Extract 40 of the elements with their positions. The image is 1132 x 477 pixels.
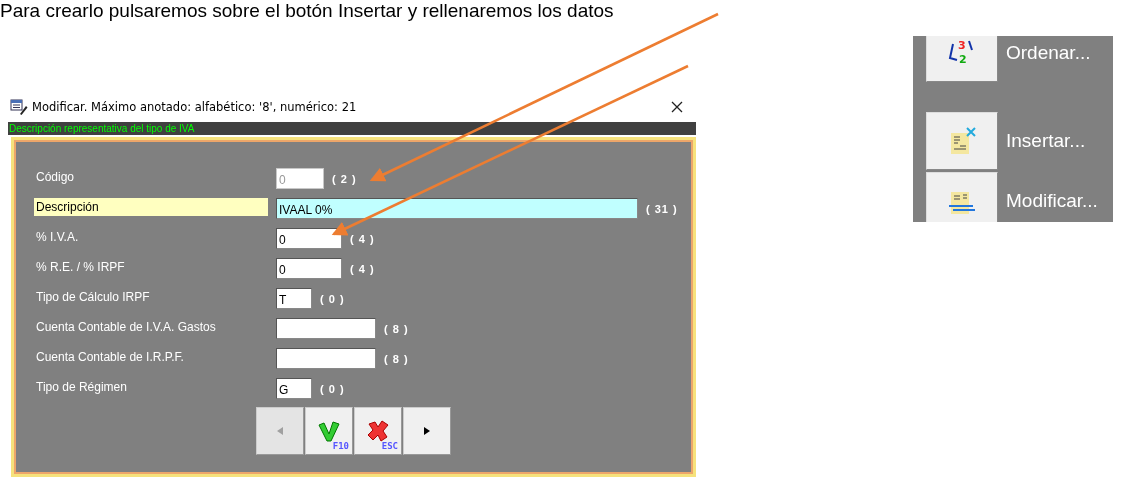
toolbar-label[interactable]: Insertar... [1006,130,1086,152]
accept-button[interactable]: F10 [305,407,353,455]
instruction-text: Para crearlo pulsaremos sobre el botón Insertar y rellenaremos los datos [0,0,615,22]
toolbar-label[interactable]: Modificar... [1006,190,1098,212]
input-field[interactable]: 0 [276,258,342,279]
toolbar-button[interactable] [926,172,998,222]
field-label: Cuenta Contable de I.V.A. Gastos [35,319,217,336]
input-field[interactable] [276,318,376,339]
field-label: Descripción [34,198,268,216]
toolbar-button[interactable]: 3 2 [926,36,998,82]
input-field[interactable]: G [276,378,312,399]
toolbar-label[interactable]: Ordenar... [1006,42,1091,64]
length-hint: ( 4 ) [350,262,375,275]
field-label: % I.V.A. [35,229,80,246]
field-label: Tipo de Régimen [35,379,128,396]
field-label: Cuenta Contable de I.R.P.F. [35,349,185,366]
length-hint: ( 31 ) [646,202,678,215]
length-hint: ( 2 ) [332,172,357,185]
next-button[interactable] [403,407,451,455]
input-field[interactable]: 0 [276,228,342,249]
status-hint: Descripción representativa del tipo de IVA [8,122,696,135]
right-triangle-icon [423,426,431,436]
field-label: % R.E. / % IRPF [35,259,126,276]
length-hint: ( 4 ) [350,232,375,245]
cross-icon [367,420,389,442]
length-hint: ( 8 ) [384,322,409,335]
input-field[interactable] [276,348,376,369]
input-field[interactable]: IVAAL 0% [276,198,638,219]
length-hint: ( 8 ) [384,352,409,365]
window-title: Modificar. Máximo anotado: alfabético: '8', numérico: 21 [32,100,358,114]
field-label: Código [35,169,76,186]
cancel-button[interactable]: ESC [354,407,402,455]
length-hint: ( 0 ) [320,292,345,305]
field-label: Tipo de Cálculo IRPF [35,289,151,306]
length-hint: ( 0 ) [320,382,345,395]
left-triangle-icon [276,426,284,436]
checkmark-icon [318,420,340,442]
close-button[interactable] [670,100,684,114]
input-field[interactable]: T [276,288,312,309]
toolbar-button[interactable] [926,112,998,170]
